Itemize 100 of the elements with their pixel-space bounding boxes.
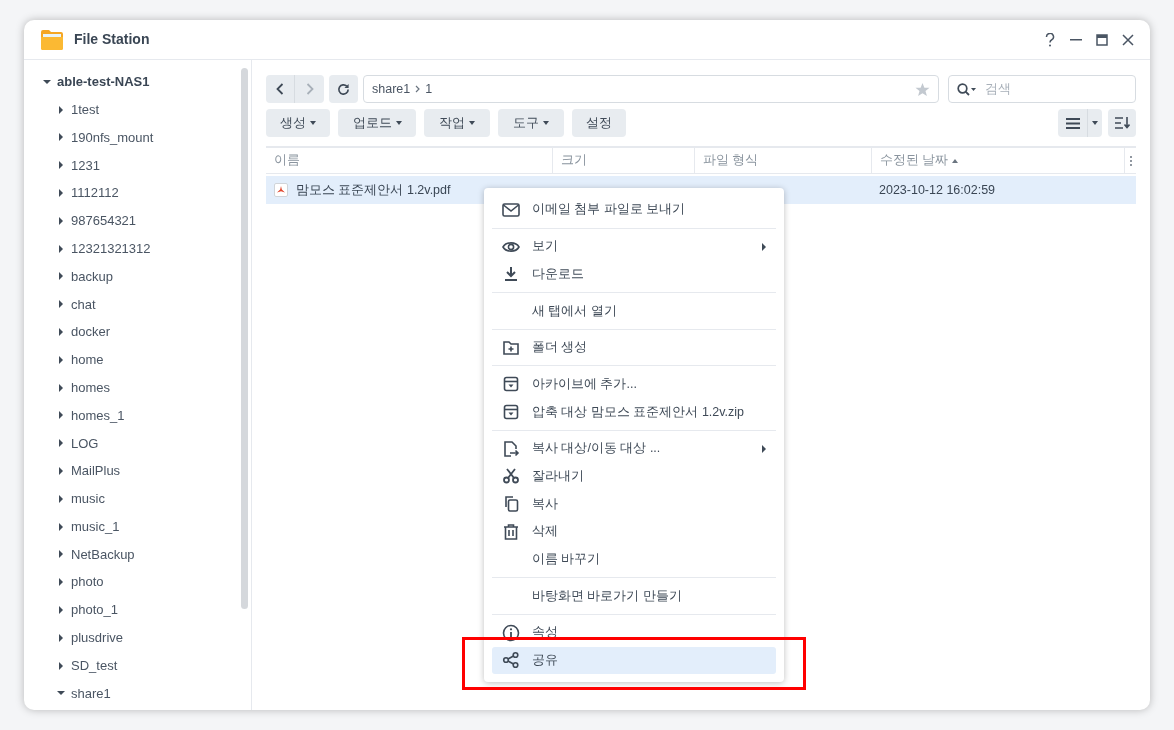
menu-item[interactable]: 삭제 [492,517,776,546]
folder-icon [40,28,64,51]
maximize-icon[interactable] [1096,33,1108,46]
collapsed-arrow-icon[interactable] [57,355,65,364]
menu-item-label: 새 탭에서 열기 [532,302,617,320]
toolbar-button[interactable]: 생성 [266,109,330,137]
collapsed-arrow-icon[interactable] [57,661,65,670]
tree-item[interactable]: plusdrive [71,628,124,648]
archive-icon [502,375,520,394]
refresh-button[interactable] [329,75,358,103]
chevron-right-icon [415,85,421,93]
tree-item[interactable]: music_1 [71,516,120,537]
collapsed-arrow-icon[interactable] [57,522,65,531]
search-icon [957,83,976,96]
collapsed-arrow-icon[interactable] [57,216,65,225]
collapsed-arrow-icon[interactable] [57,494,65,503]
tree-item[interactable]: homes_1 [71,405,125,426]
search-field[interactable]: 검색 [948,75,1136,103]
path-segment[interactable]: 1 [425,79,433,99]
tree-item[interactable]: SD_test [71,655,118,676]
tree-item[interactable]: home [71,350,104,370]
tree-item[interactable]: 1test [71,99,100,120]
menu-item-label: 압축 대상 맘모스 표준제안서 1.2v.zip [532,403,745,421]
collapsed-arrow-icon[interactable] [57,105,65,114]
minimize-icon[interactable] [1070,38,1082,41]
menu-item[interactable]: 잘라내기 [492,462,776,491]
tree-item[interactable]: 1112112 [71,183,119,203]
collapsed-arrow-icon[interactable] [57,383,65,392]
close-icon[interactable] [1122,33,1134,46]
menu-item-label: 보기 [532,238,558,256]
menu-item-label: 잘라내기 [532,467,584,485]
table-cell-text: 2023-10-12 16:02:59 [878,181,997,199]
collapsed-arrow-icon[interactable] [57,411,65,420]
download-icon [502,265,520,284]
menu-item-label: 바탕화면 바로가기 만들기 [532,587,682,605]
tree-item[interactable]: backup [71,266,113,287]
toolbar-button[interactable]: 설정 [572,109,626,137]
menu-item[interactable]: 새 탭에서 열기 [492,292,776,325]
tree-item[interactable]: photo_1 [71,600,118,620]
collapsed-arrow-icon[interactable] [57,467,65,476]
collapsed-arrow-icon[interactable] [57,244,65,253]
share-icon [502,651,520,670]
menu-item[interactable]: 아카이브에 추가... [492,365,776,399]
path-field[interactable]: share1 1 [363,75,939,103]
menu-item[interactable]: 공유 [492,646,776,675]
menu-item[interactable]: 압축 대상 맘모스 표준제안서 1.2v.zip [492,398,776,426]
scrollbar[interactable] [241,68,248,609]
menu-item-label: 삭제 [532,523,558,541]
view-mode-button[interactable] [1058,109,1102,137]
menu-item[interactable]: 다운로드 [492,260,776,289]
tree-item[interactable]: share1 [71,683,111,704]
menu-item-label: 복사 [532,495,558,513]
menu-item[interactable]: 보기 [492,227,776,261]
toolbar-button[interactable]: 업로드 [338,109,416,137]
collapsed-arrow-icon[interactable] [57,439,65,448]
collapsed-arrow-icon[interactable] [57,300,65,309]
tree-item[interactable]: MailPlus [71,461,121,481]
tree-item[interactable]: able-test-NAS1 [57,72,150,92]
collapsed-arrow-icon[interactable] [57,189,65,198]
menu-item[interactable]: 폴더 생성 [492,328,776,362]
sort-button[interactable] [1108,109,1136,137]
menu-item-label: 복사 대상/이동 대상 ... [532,440,661,458]
tree-item[interactable]: chat [71,294,96,314]
tree-item[interactable]: docker [71,322,111,342]
menu-item[interactable]: 복사 [492,490,776,518]
more-icon[interactable] [1129,155,1132,166]
toolbar-button[interactable]: 작업 [424,109,490,137]
help-icon[interactable] [1044,32,1056,47]
tree-item[interactable]: music [71,489,105,509]
collapsed-arrow-icon[interactable] [57,606,65,615]
scissors-icon [502,467,520,486]
collapsed-arrow-icon[interactable] [57,133,65,142]
collapsed-arrow-icon[interactable] [57,272,65,281]
collapsed-arrow-icon[interactable] [57,161,65,170]
caret-icon [543,121,549,125]
path-segment[interactable]: share1 [372,79,411,99]
collapsed-arrow-icon[interactable] [57,328,65,337]
caret-icon [395,121,402,125]
menu-item[interactable]: 이메일 첨부 파일로 보내기 [492,196,776,224]
menu-item[interactable]: 바탕화면 바로가기 만들기 [492,577,776,610]
menu-item[interactable]: 복사 대상/이동 대상 ... [492,429,776,463]
expanded-arrow-icon[interactable] [57,689,65,698]
collapsed-arrow-icon[interactable] [57,550,65,559]
tree-item[interactable]: 12321321312 [71,238,151,259]
tree-item[interactable]: homes [71,377,111,398]
tree-item[interactable]: photo [71,572,104,592]
collapsed-arrow-icon[interactable] [57,633,65,642]
refresh-icon [337,82,350,96]
star-icon[interactable] [915,81,930,97]
tree-item[interactable]: LOG [71,433,99,453]
tree-item[interactable]: 190nfs_mount [71,127,154,148]
tree-item[interactable]: 1231 [71,155,100,176]
toolbar-button[interactable]: 도구 [498,109,564,137]
tree-item[interactable]: 987654321 [71,211,137,231]
tree-item[interactable]: NetBackup [71,544,135,565]
expanded-arrow-icon[interactable] [43,77,51,86]
menu-item-label: 아카이브에 추가... [532,375,637,393]
menu-item[interactable]: 이름 바꾸기 [492,545,776,574]
sort-icon [1114,117,1130,129]
collapsed-arrow-icon[interactable] [57,578,65,587]
